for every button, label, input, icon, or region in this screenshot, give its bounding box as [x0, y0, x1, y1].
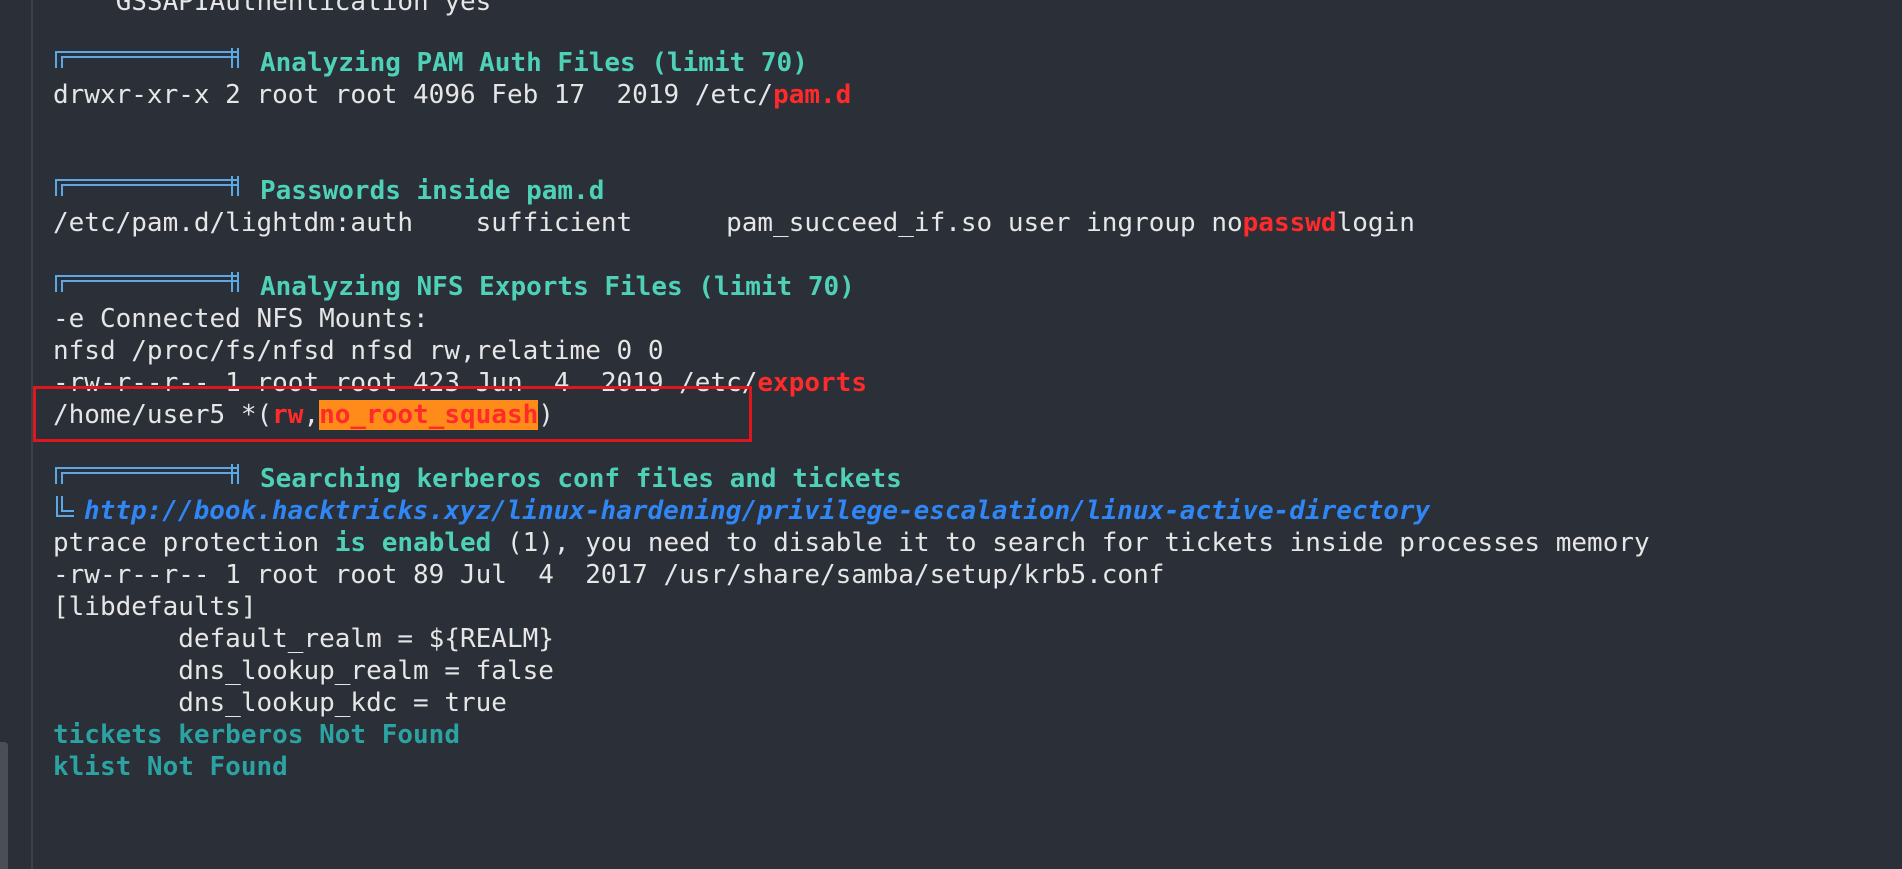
terminal-line-nfs-mounts: -e Connected NFS Mounts:: [53, 304, 429, 334]
annotation-box: [33, 386, 752, 442]
terminal-line-ptrace: ptrace protection is enabled (1), you ne…: [53, 527, 1650, 559]
pw-line-prefix: /etc/pam.d/lightdm:auth sufficient pam_s…: [53, 208, 1243, 238]
section-header-pam: Analyzing PAM Auth Files (limit 70): [260, 48, 808, 78]
pam-dir-prefix: drwxr-xr-x 2 root root 4096 Feb 17 2019 …: [53, 80, 774, 110]
corner-bracket-icon: [56, 496, 74, 517]
terminal-line-klist-not-found: klist Not Found: [53, 752, 288, 782]
terminal-line-libdefaults: [libdefaults]: [53, 592, 257, 622]
terminal-line-nfsd: nfsd /proc/fs/nfsd nfsd rw,relatime 0 0: [53, 336, 664, 366]
section-bracket-icon: [55, 48, 239, 68]
terminal-line-gssapi: GSSAPIAuthentication yes: [53, 0, 492, 17]
scroll-handle[interactable]: [0, 742, 8, 869]
section-bracket-icon: [55, 272, 239, 292]
terminal-line-dns-lookup-realm: dns_lookup_realm = false: [53, 656, 554, 686]
section-header-passwords: Passwords inside pam.d: [260, 176, 605, 206]
pw-line-match: passwd: [1242, 208, 1337, 238]
ptrace-suffix: (1), you need to disable it to search fo…: [491, 528, 1650, 558]
section-bracket-icon: [55, 464, 239, 484]
terminal-output: GSSAPIAuthentication yes Analyzing PAM A…: [33, 0, 1902, 869]
hacktricks-link[interactable]: http://book.hacktricks.xyz/linux-hardeni…: [84, 495, 1430, 527]
terminal-line-pam-dir: drwxr-xr-x 2 root root 4096 Feb 17 2019 …: [53, 79, 851, 111]
exports-name: exports: [757, 368, 867, 398]
ptrace-prefix: ptrace protection: [53, 528, 335, 558]
terminal-line-dns-lookup-kdc: dns_lookup_kdc = true: [53, 688, 507, 718]
terminal-line-default-realm: default_realm = ${REALM}: [53, 624, 554, 654]
pam-dir-name: pam.d: [773, 80, 852, 110]
left-gutter: [0, 0, 33, 869]
section-header-nfs: Analyzing NFS Exports Files (limit 70): [260, 272, 855, 302]
ptrace-enabled: is enabled: [334, 528, 492, 558]
terminal-line-tickets-not-found: tickets kerberos Not Found: [53, 720, 460, 750]
terminal-line-pam-lightdm: /etc/pam.d/lightdm:auth sufficient pam_s…: [53, 207, 1415, 239]
pw-line-suffix: login: [1336, 208, 1415, 238]
section-header-kerberos: Searching kerberos conf files and ticket…: [260, 464, 902, 494]
terminal-line-krb5-file: -rw-r--r-- 1 root root 89 Jul 4 2017 /us…: [53, 560, 1165, 590]
section-bracket-icon: [55, 176, 239, 196]
